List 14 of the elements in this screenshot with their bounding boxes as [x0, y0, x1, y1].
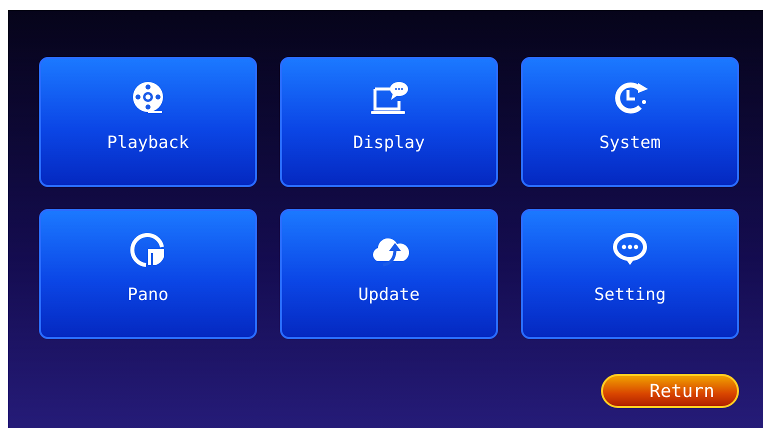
tile-label: Update	[358, 285, 420, 305]
tile-label: Playback	[107, 133, 189, 153]
menu-tile[interactable]: System	[521, 57, 739, 187]
menu-tile[interactable]: Update	[280, 209, 498, 339]
tile-label: Setting	[594, 285, 666, 305]
menu-tile[interactable]: Setting	[521, 209, 739, 339]
return-button[interactable]: Return	[601, 374, 739, 408]
tile-label: Pano	[128, 285, 168, 305]
menu-tile[interactable]: Display	[280, 57, 498, 187]
laptop-chat-icon	[369, 79, 409, 117]
tile-label: System	[599, 133, 661, 153]
tile-label: Display	[353, 133, 425, 153]
menu-tile[interactable]: Pano	[39, 209, 257, 339]
menu-tile[interactable]: Playback	[39, 57, 257, 187]
